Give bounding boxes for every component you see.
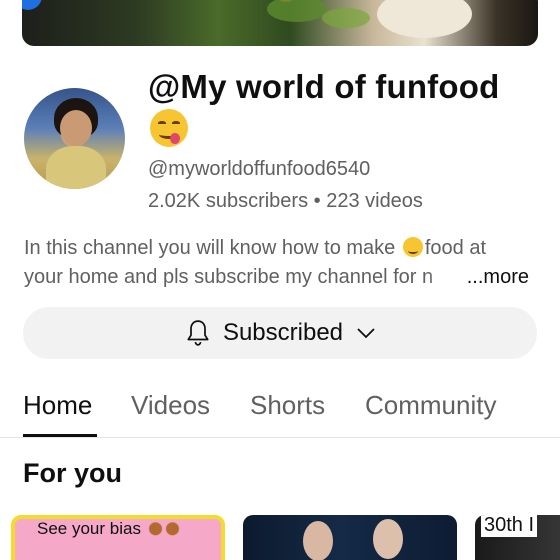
video-thumbnail-1[interactable]: See your bias — [11, 515, 225, 560]
description-fade — [426, 263, 466, 292]
subscribed-label: Subscribed — [222, 319, 344, 346]
tab-shorts[interactable]: Shorts — [250, 390, 325, 421]
channel-name: @My world of funfood — [148, 68, 500, 105]
channel-tabs: Home Videos Shorts Community — [0, 384, 560, 438]
thumbnail-person — [373, 519, 403, 559]
channel-stats: 2.02K subscribers • 223 videos — [148, 190, 423, 212]
channel-avatar[interactable] — [24, 88, 125, 189]
channel-handle: @myworldoffunfood6540 — [148, 158, 371, 180]
banner-food-detail — [267, 0, 327, 22]
description-line-2: your home and pls subscribe my channel f… — [24, 263, 536, 292]
banner-food-detail — [377, 0, 472, 38]
bell-icon — [187, 320, 209, 346]
tab-community[interactable]: Community — [365, 390, 496, 421]
chevron-down-icon — [357, 328, 375, 339]
channel-description[interactable]: In this channel you will know how to mak… — [24, 234, 536, 292]
channel-banner[interactable] — [22, 0, 538, 46]
banner-food-detail — [322, 8, 370, 28]
face-savoring-food-emoji-icon — [150, 109, 188, 147]
avatar-face — [60, 110, 92, 146]
video-thumbnail-2[interactable] — [243, 515, 457, 560]
more-link[interactable]: ...more — [462, 263, 529, 292]
section-title-for-you: For you — [23, 458, 122, 488]
see-no-evil-monkey-icon — [146, 520, 181, 536]
description-line-1: In this channel you will know how to mak… — [24, 237, 487, 259]
subscribed-button[interactable]: Subscribed — [23, 307, 537, 359]
active-tab-indicator — [23, 434, 97, 437]
face-savoring-food-emoji-icon — [402, 237, 423, 257]
tab-videos[interactable]: Videos — [131, 390, 210, 421]
tab-home[interactable]: Home — [23, 390, 92, 421]
avatar-body — [46, 146, 106, 189]
video-thumbnail-3[interactable]: 30th I — [475, 515, 560, 560]
thumbnail-person — [303, 521, 333, 560]
banner-corner-dot — [22, 0, 42, 10]
thumbnail-caption: 30th I — [481, 515, 538, 537]
thumbnail-caption: See your bias — [37, 519, 181, 539]
